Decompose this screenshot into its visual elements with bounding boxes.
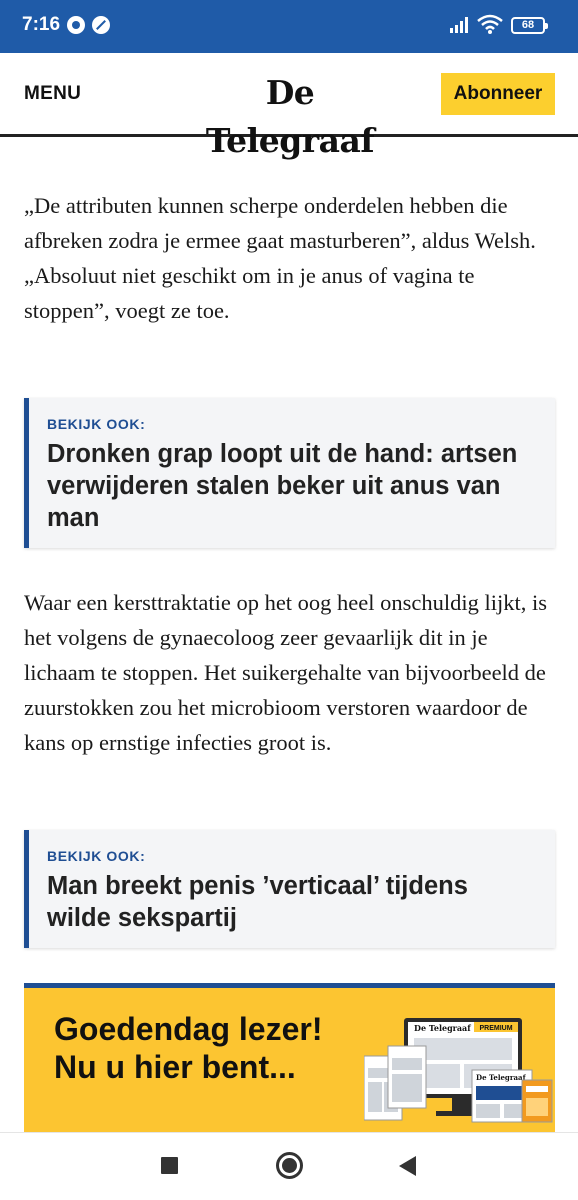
system-navigation-bar bbox=[0, 1132, 578, 1200]
related-kicker: BEKIJK OOK: bbox=[47, 848, 146, 864]
promo-premium-badge: PREMIUM bbox=[479, 1025, 512, 1032]
compass-icon bbox=[92, 16, 110, 34]
promo-monitor-logo: De Telegraaf bbox=[414, 1023, 471, 1033]
related-kicker: BEKIJK OOK: bbox=[47, 416, 146, 432]
site-logo[interactable]: De Telegraaf bbox=[190, 69, 390, 160]
promo-title: Goedendag lezer! bbox=[54, 1011, 323, 1047]
chrome-icon bbox=[67, 16, 85, 34]
menu-button[interactable]: MENU bbox=[24, 83, 81, 105]
subscribe-button[interactable]: Abonneer bbox=[441, 73, 555, 115]
site-header: MENU De Telegraaf Abonneer bbox=[0, 53, 578, 160]
status-bar: 7:16 68 bbox=[0, 0, 578, 53]
article-paragraph: Waar een kersttraktatie op het oog heel … bbox=[24, 590, 548, 755]
battery-icon: 68 bbox=[511, 17, 548, 34]
back-triangle-icon[interactable] bbox=[399, 1156, 416, 1176]
related-headline-link[interactable]: Dronken grap loopt uit de hand: artsen v… bbox=[47, 438, 535, 534]
status-time: 7:16 bbox=[22, 14, 61, 35]
related-article-card[interactable]: BEKIJK OOK: Man breekt penis ’verticaal’… bbox=[24, 830, 555, 948]
related-article-card[interactable]: BEKIJK OOK: Dronken grap loopt uit de ha… bbox=[24, 398, 555, 548]
subscription-promo-banner[interactable]: Goedendag lezer! Nu u hier bent... PREMI… bbox=[24, 983, 555, 1133]
related-headline-link[interactable]: Man breekt penis ’verticaal’ tijdens wil… bbox=[47, 870, 535, 934]
article-paragraph: „De attributen kunnen scherpe onderdelen… bbox=[24, 193, 536, 323]
devices-illustration-icon: PREMIUM De Telegraaf De Telegraaf bbox=[364, 1018, 553, 1123]
promo-subtitle: Nu u hier bent... bbox=[54, 1049, 296, 1085]
wifi-icon bbox=[477, 14, 503, 34]
signal-icon bbox=[450, 17, 468, 33]
battery-level: 68 bbox=[521, 19, 535, 31]
recents-square-icon[interactable] bbox=[161, 1157, 178, 1174]
promo-tablet-logo: De Telegraaf bbox=[476, 1073, 527, 1082]
home-circle-icon[interactable] bbox=[276, 1152, 303, 1179]
